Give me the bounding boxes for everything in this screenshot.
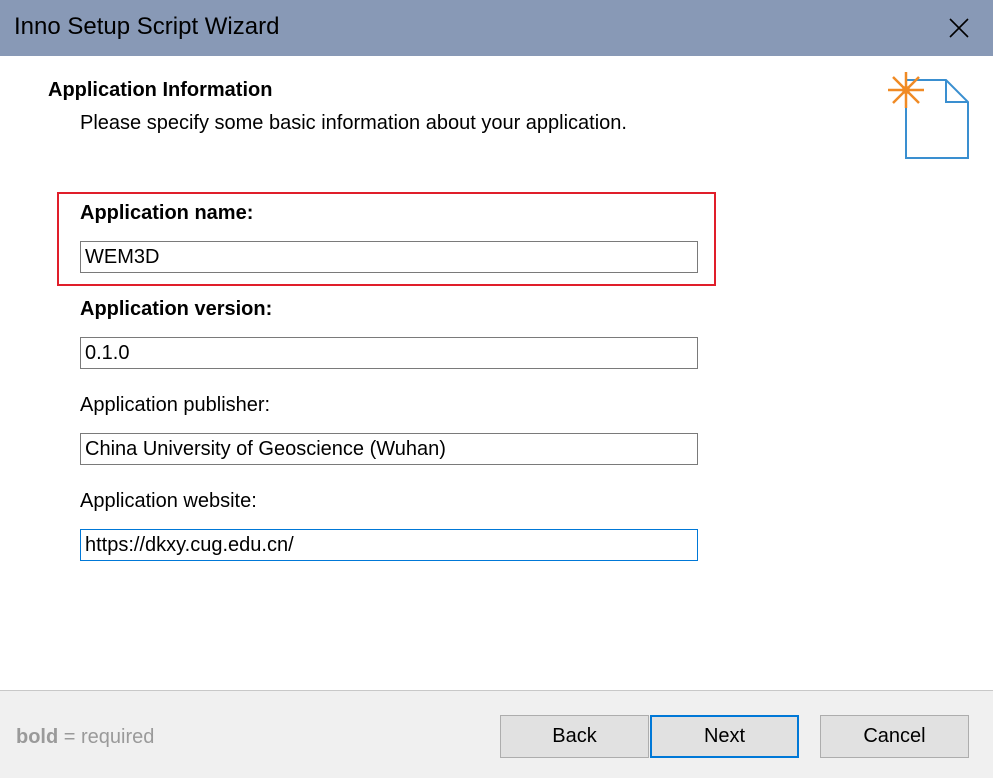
wizard-window: Inno Setup Script Wizard Application Inf… <box>0 0 993 778</box>
application-publisher-input[interactable] <box>80 433 698 465</box>
application-version-label: Application version: <box>80 298 273 320</box>
close-icon <box>949 18 969 38</box>
required-hint-bold: bold <box>16 726 59 748</box>
application-website-label: Application website: <box>80 490 257 512</box>
window-title: Inno Setup Script Wizard <box>14 13 280 40</box>
next-button[interactable]: Next <box>650 715 799 758</box>
cancel-button[interactable]: Cancel <box>820 715 969 758</box>
page-title: Application Information <box>48 79 273 101</box>
application-name-label: Application name: <box>80 202 254 224</box>
required-hint: bold = required <box>16 726 154 749</box>
required-hint-text: = required <box>58 726 155 748</box>
application-publisher-label: Application publisher: <box>80 394 271 416</box>
close-button[interactable] <box>936 6 982 50</box>
wizard-new-document-icon <box>888 72 969 159</box>
title-bar: Inno Setup Script Wizard <box>0 0 993 56</box>
application-website-input[interactable] <box>80 529 698 561</box>
application-name-input[interactable] <box>80 241 698 273</box>
page-subtitle: Please specify some basic information ab… <box>80 112 627 134</box>
back-button[interactable]: Back <box>500 715 649 758</box>
application-version-input[interactable] <box>80 337 698 369</box>
